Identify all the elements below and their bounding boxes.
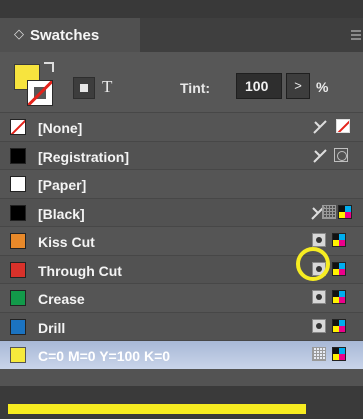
- swatches-toolbar: T Tint: 100 > %: [0, 52, 363, 112]
- formatting-container-button[interactable]: [73, 77, 95, 99]
- tint-label: Tint:: [180, 80, 211, 96]
- swatch-label: [None]: [38, 120, 83, 136]
- swatches-panel: ◇ Swatches T Tint: 100 > % [None] [Regis…: [0, 0, 363, 419]
- swatch-row-none[interactable]: [None]: [0, 112, 363, 141]
- swatch-chip: [10, 318, 26, 335]
- process-color-mode-icon: [322, 204, 336, 219]
- swatch-chip: [10, 233, 26, 249]
- formatting-text-button[interactable]: T: [102, 77, 112, 97]
- swatch-chip: [10, 176, 26, 192]
- non-editable-icon: [313, 120, 327, 134]
- tint-percent-sign: %: [316, 79, 329, 95]
- cmyk-icon: [332, 261, 346, 276]
- non-editable-icon: [313, 148, 327, 163]
- cmyk-icon: [332, 318, 346, 333]
- stroke-swatch[interactable]: [27, 80, 53, 106]
- swatch-label: [Registration]: [38, 148, 129, 165]
- process-color-mode-icon: [312, 347, 326, 361]
- highlight-bar-annotation: [8, 404, 306, 414]
- panel-bottom-area: [0, 386, 363, 419]
- swatch-label: Drill: [38, 319, 66, 336]
- tab-swatches[interactable]: ◇ Swatches: [0, 18, 141, 52]
- swatch-label: [Paper]: [38, 177, 87, 193]
- registration-icon: [334, 147, 348, 162]
- swatch-chip: [10, 290, 26, 306]
- swatch-chip: [10, 119, 26, 135]
- swatch-label: Crease: [38, 291, 85, 307]
- panel-top-strip: [0, 0, 363, 20]
- cmyk-icon: [332, 233, 346, 247]
- swatch-chip: [10, 204, 26, 221]
- swatch-row-drill[interactable]: Drill: [0, 311, 363, 340]
- spot-color-icon: [312, 318, 326, 333]
- tab-bar-empty: [140, 18, 363, 52]
- swatch-label: [Black]: [38, 205, 85, 222]
- swatch-row-paper[interactable]: [Paper]: [0, 169, 363, 198]
- swatch-label: Through Cut: [38, 262, 122, 279]
- swatch-label: C=0 M=0 Y=100 K=0: [38, 348, 171, 364]
- cmyk-icon: [332, 347, 346, 361]
- none-type-icon: [336, 119, 350, 133]
- swatch-row-registration[interactable]: [Registration]: [0, 140, 363, 169]
- swatch-chip: [10, 147, 26, 164]
- swatch-chip: [10, 347, 26, 363]
- tint-slider-button[interactable]: >: [286, 73, 310, 99]
- swatch-row-yellow[interactable]: C=0 M=0 Y=100 K=0: [0, 340, 363, 369]
- swatch-list: [None] [Registration] [Paper] [Black] Ki…: [0, 112, 363, 369]
- highlight-circle-annotation: [296, 247, 330, 281]
- spot-color-icon: [312, 233, 326, 247]
- spot-color-icon: [312, 290, 326, 304]
- swatch-row-black[interactable]: [Black]: [0, 197, 363, 226]
- panel-title: Swatches: [30, 27, 100, 44]
- collapse-chevron-icon[interactable]: ◇: [14, 26, 24, 42]
- swatch-row-crease[interactable]: Crease: [0, 283, 363, 312]
- tint-input[interactable]: 100: [236, 73, 282, 99]
- swap-fill-stroke-icon[interactable]: [44, 62, 54, 72]
- panel-menu-icon[interactable]: [351, 30, 361, 42]
- swatch-label: Kiss Cut: [38, 234, 95, 250]
- cmyk-icon: [332, 290, 346, 304]
- swatch-chip: [10, 261, 26, 278]
- cmyk-icon: [338, 204, 352, 219]
